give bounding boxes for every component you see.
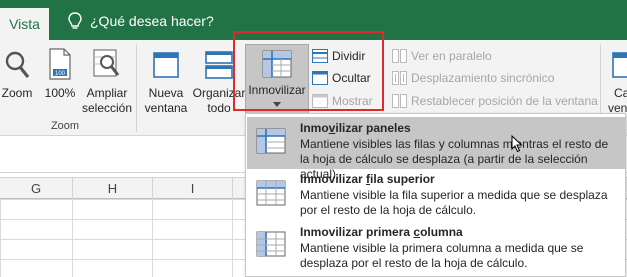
menu-item-freeze-top-row[interactable]: Inmovilizar fila superior Mantiene visib… <box>247 170 626 222</box>
arrange-all-label-2: todo <box>207 101 231 115</box>
menu-item-title: Inmovilizar paneles <box>300 121 411 135</box>
lightbulb-icon <box>68 12 82 29</box>
switch-windows-icon <box>612 52 627 78</box>
menu-item-freeze-first-column[interactable]: Inmovilizar primera columna Mantiene vis… <box>247 221 626 275</box>
hide-label: Ocultar <box>332 71 371 85</box>
hide-icon <box>312 71 328 85</box>
menu-item-description: Mantiene visible la fila superior a medi… <box>300 188 608 217</box>
zoom-group-label: Zoom <box>50 120 80 132</box>
freeze-panes-button[interactable]: Inmovilizar <box>245 44 309 116</box>
zoom-button[interactable]: Zoom <box>0 44 34 104</box>
zoom-selection-label-1: Ampliar <box>86 86 128 100</box>
freeze-panes-label: Inmovilizar <box>248 83 306 97</box>
arrange-all-label-1: Organizar <box>192 86 246 100</box>
zoom-100-icon: 100 <box>49 48 71 80</box>
reset-position-label: Restablecer posición de la ventana <box>411 94 598 108</box>
side-by-side-icon <box>392 49 407 63</box>
sync-scroll-icon <box>392 71 407 85</box>
tell-me-box[interactable]: ¿Qué desea hacer? <box>66 10 214 32</box>
reset-position-icon <box>392 94 407 108</box>
arrange-all-button[interactable]: Organizar todo <box>192 44 246 118</box>
column-header-h[interactable]: H <box>73 178 153 199</box>
zoom-100-button[interactable]: 100 100% <box>40 44 80 104</box>
freeze-panes-icon <box>256 128 286 154</box>
zoom-selection-icon <box>93 49 120 77</box>
tab-vista[interactable]: Vista <box>0 8 49 40</box>
synchronous-scrolling-button[interactable]: Desplazamiento sincrónico <box>392 69 554 87</box>
split-label: Dividir <box>332 49 366 63</box>
new-window-label-1: Nueva <box>148 86 184 100</box>
menu-item-freeze-panes[interactable]: Inmovilizar paneles Mantiene visibles la… <box>247 117 626 181</box>
ribbon-separator <box>136 44 137 132</box>
unhide-icon <box>312 94 328 108</box>
grid-line <box>72 199 73 277</box>
sync-scroll-label: Desplazamiento sincrónico <box>411 71 555 85</box>
switch-windows-label-1: Ca <box>614 86 627 100</box>
split-button[interactable]: Dividir <box>312 47 365 65</box>
arrange-all-icon <box>205 51 233 79</box>
view-side-by-side-button[interactable]: Ver en paralelo <box>392 47 492 65</box>
menu-item-title: Inmovilizar primera columna <box>300 225 463 239</box>
freeze-panes-icon <box>262 50 292 78</box>
column-header-i[interactable]: I <box>153 178 233 199</box>
chevron-down-icon <box>273 102 281 107</box>
zoom-100-label: 100% <box>44 86 76 100</box>
freeze-panes-menu: Inmovilizar paneles Mantiene visibles la… <box>245 113 626 277</box>
unhide-button[interactable]: Mostrar <box>312 92 373 110</box>
column-header-g[interactable]: G <box>0 178 73 199</box>
menu-item-description: Mantiene visible la primera columna a me… <box>300 241 584 270</box>
side-by-side-label: Ver en paralelo <box>411 49 492 63</box>
tell-me-text: ¿Qué desea hacer? <box>90 13 214 29</box>
reset-window-position-button[interactable]: Restablecer posición de la ventana <box>392 92 598 110</box>
magnifier-icon <box>5 51 30 78</box>
unhide-label: Mostrar <box>332 94 373 108</box>
freeze-first-column-icon <box>256 231 286 257</box>
ribbon-tab-bar: Vista ¿Qué desea hacer? <box>0 0 627 40</box>
hide-button[interactable]: Ocultar <box>312 69 371 87</box>
zoom-selection-button[interactable]: Ampliar selección <box>80 44 134 118</box>
zoom-selection-label-2: selección <box>81 101 133 115</box>
mouse-cursor-icon <box>511 135 523 153</box>
switch-windows-button[interactable]: Ca ven <box>608 44 627 118</box>
freeze-top-row-icon <box>256 180 286 206</box>
new-window-icon <box>153 52 179 78</box>
new-window-label-2: ventana <box>144 101 188 115</box>
grid-line <box>232 199 233 277</box>
svg-text:100: 100 <box>55 71 66 77</box>
grid-line <box>152 199 153 277</box>
new-window-button[interactable]: Nueva ventana <box>140 44 192 118</box>
zoom-label: Zoom <box>1 86 33 100</box>
menu-item-title: Inmovilizar fila superior <box>300 172 435 186</box>
split-icon <box>312 49 328 63</box>
